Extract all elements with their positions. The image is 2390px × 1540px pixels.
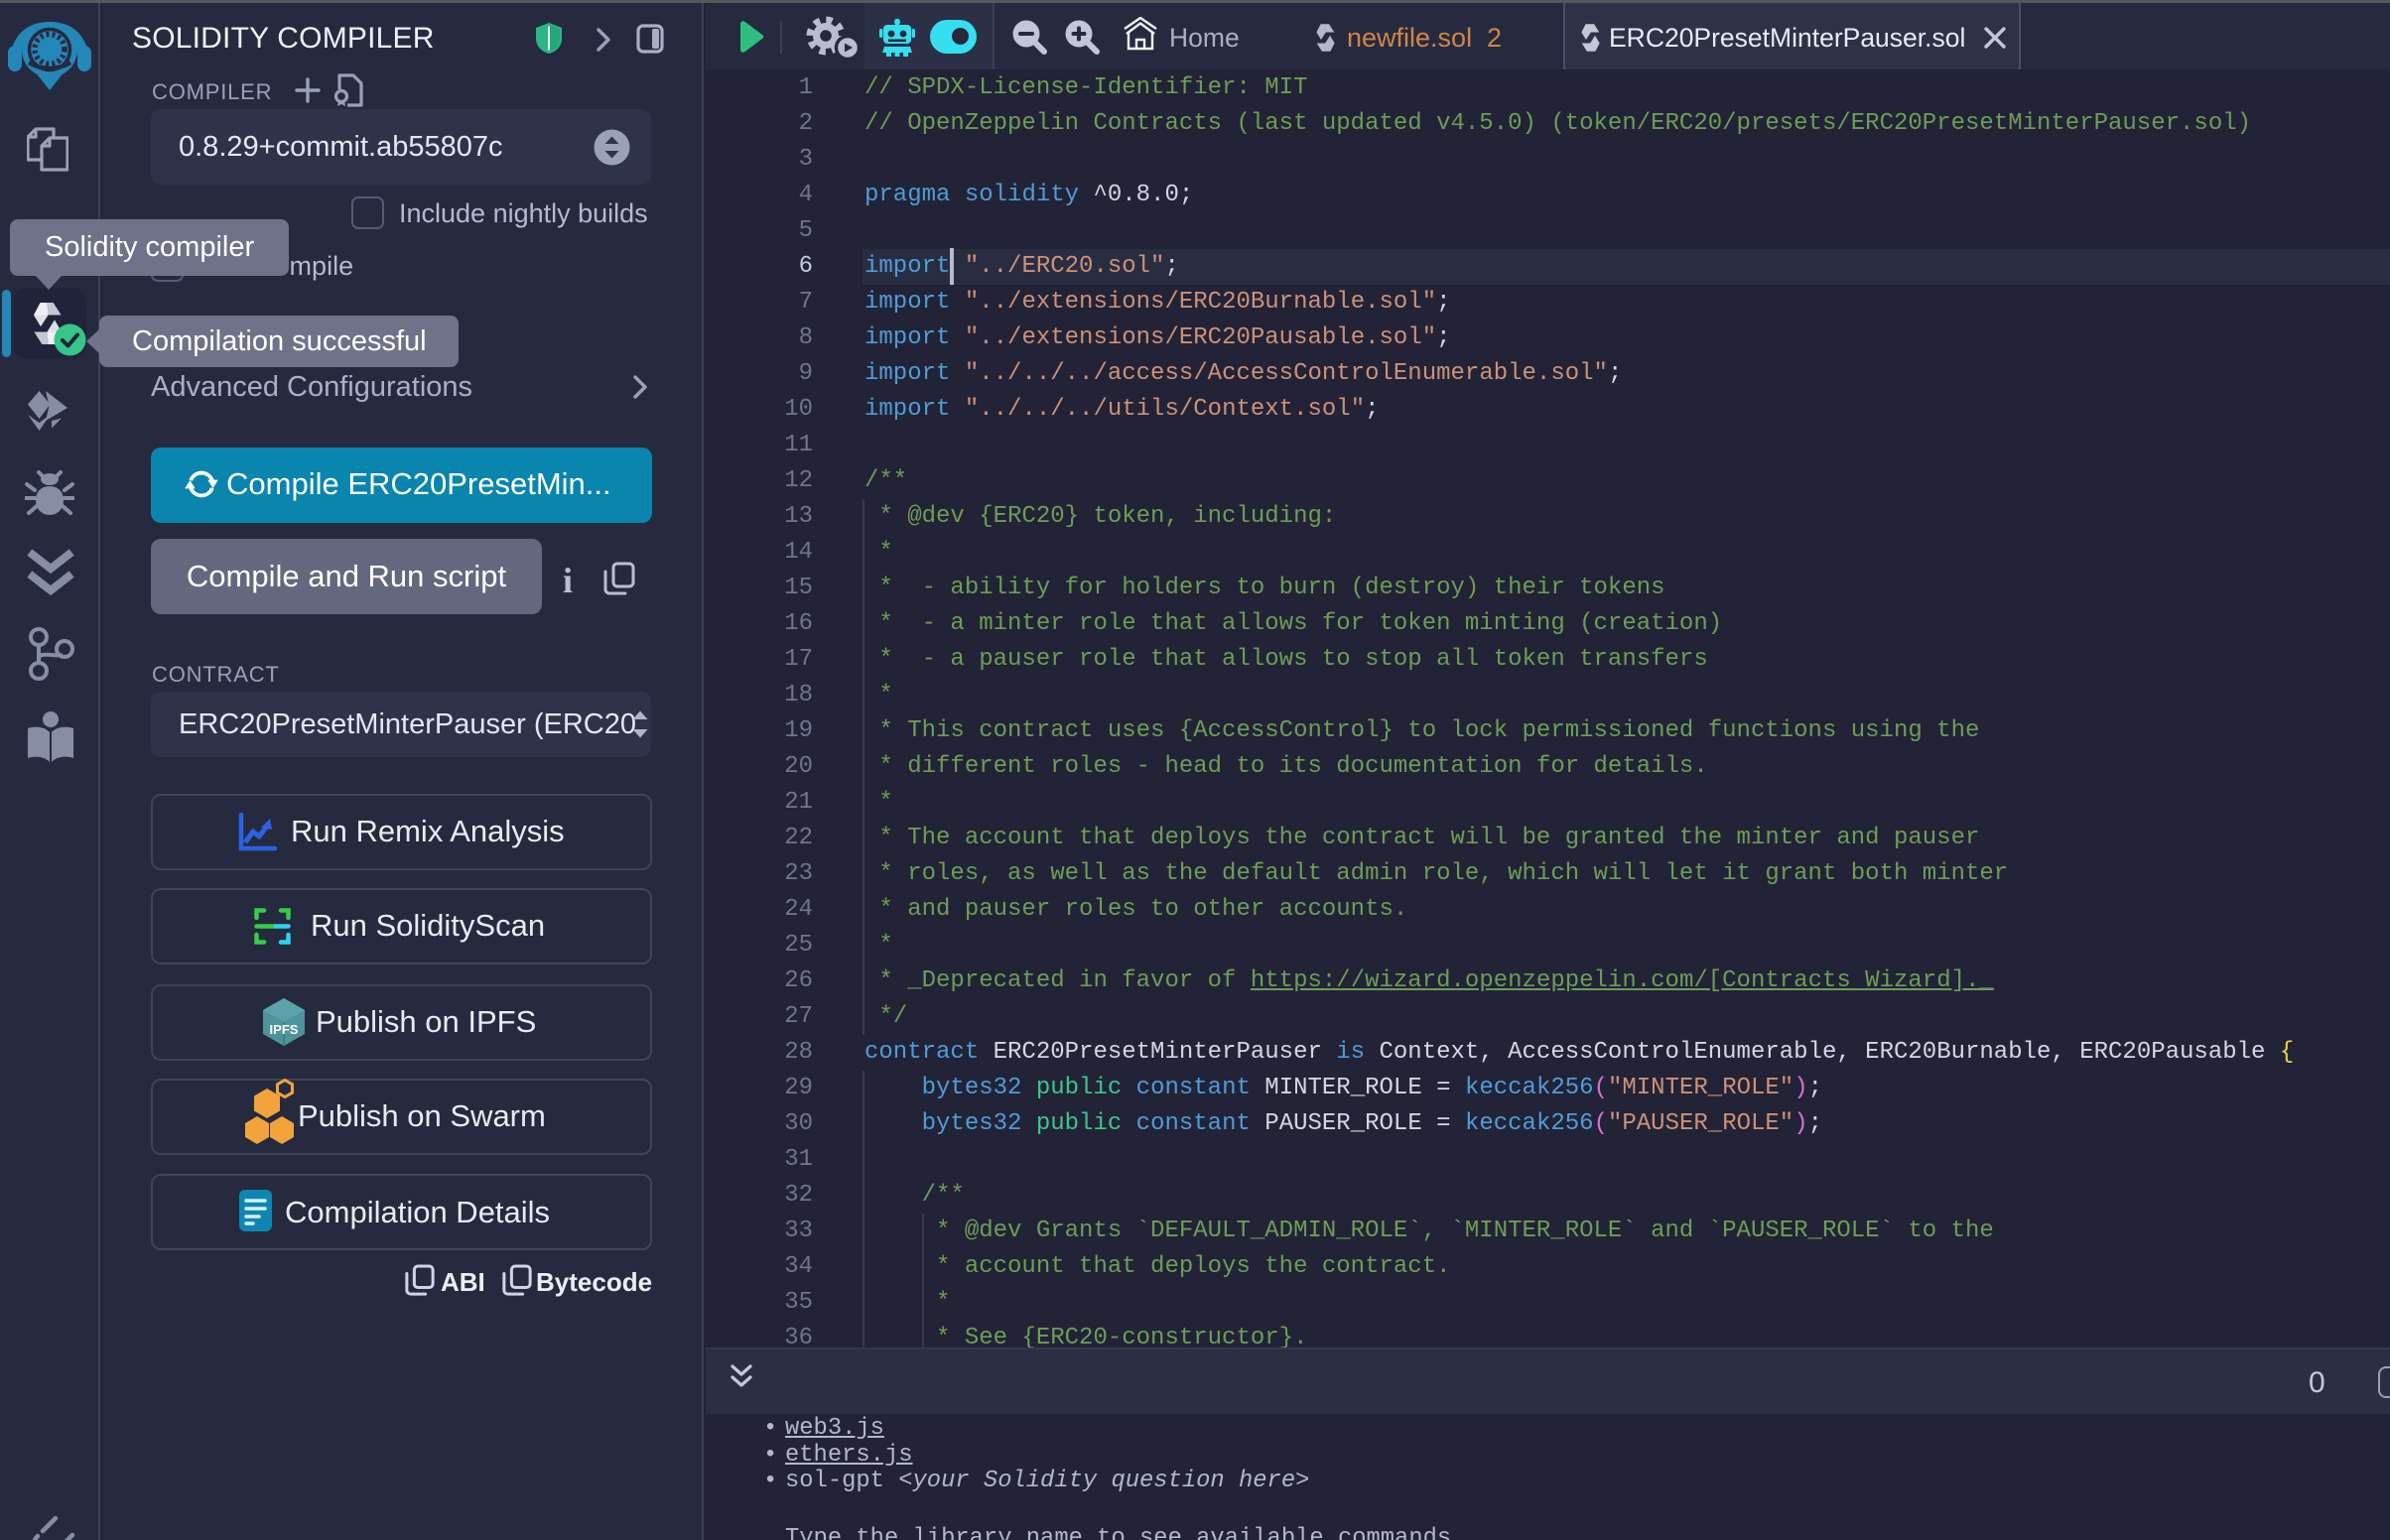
svg-text:IPFS: IPFS bbox=[270, 1022, 299, 1037]
